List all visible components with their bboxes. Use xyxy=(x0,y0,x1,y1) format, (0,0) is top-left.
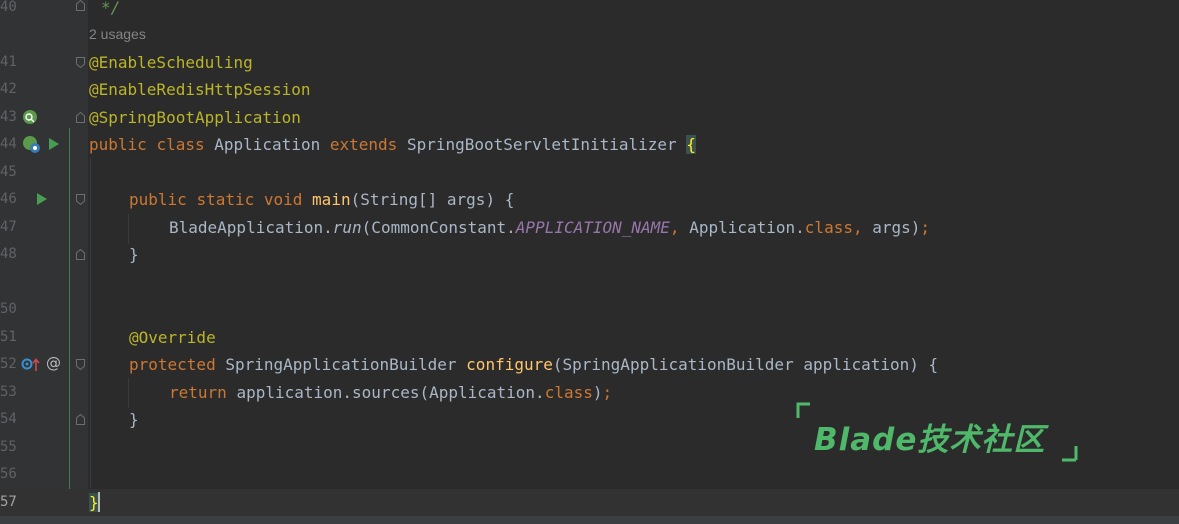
at-symbol-icon[interactable]: @ xyxy=(46,354,61,372)
code-line: 52 @ protected SpringApplicationBuilder … xyxy=(0,351,1179,378)
line-number: 42 xyxy=(0,81,17,97)
method-name-configure: configure xyxy=(466,355,553,374)
code-line: 41 @EnableScheduling xyxy=(0,49,1179,76)
fold-end-icon[interactable] xyxy=(76,0,85,11)
comment-end: */ xyxy=(101,0,121,17)
text-cursor xyxy=(98,492,100,512)
code-line: 48 } xyxy=(0,241,1179,268)
matched-brace: { xyxy=(686,135,696,154)
line-number: 52 xyxy=(0,356,17,372)
fold-end-icon[interactable] xyxy=(76,249,85,260)
return-statement: return application.sources(Application.c… xyxy=(169,382,613,402)
run-icon[interactable] xyxy=(36,192,48,211)
run-statement: BladeApplication.run(CommonConstant.APPL… xyxy=(169,217,931,237)
class-declaration: public class Application extends SpringB… xyxy=(89,135,696,154)
line-number: 56 xyxy=(0,466,17,482)
code-line: 46 public static void main(String[] args… xyxy=(0,186,1179,213)
code-line: 42 @EnableRedisHttpSession xyxy=(0,76,1179,103)
line-number: 54 xyxy=(0,411,17,427)
method-name-main: main xyxy=(312,190,351,209)
annotation-spring-boot-application: @SpringBootApplication xyxy=(89,107,301,127)
code-line: 44 public class Application extends Spri… xyxy=(0,131,1179,158)
watermark-blade-community: Blade技术社区 xyxy=(796,402,1096,466)
closing-brace: } xyxy=(129,245,139,264)
line-number: 51 xyxy=(0,328,17,345)
class-name: Application xyxy=(214,135,321,154)
line-number: 55 xyxy=(0,438,17,455)
code-line: 40 */ xyxy=(0,0,1179,21)
line-number: 46 xyxy=(0,191,17,207)
line-number: 50 xyxy=(0,301,17,317)
code-line: 51 @Override xyxy=(0,324,1179,351)
fold-end-icon[interactable] xyxy=(76,414,85,425)
annotation-override: @Override xyxy=(129,327,216,347)
annotation-enable-scheduling: @EnableScheduling xyxy=(89,52,253,72)
annotation-enable-redis-http-session: @EnableRedisHttpSession xyxy=(89,80,311,99)
code-editor[interactable]: 40 */ 2 usages 41 @EnableScheduling 42 @… xyxy=(0,0,1179,524)
run-icon[interactable] xyxy=(48,137,60,156)
horizontal-scrollbar[interactable] xyxy=(0,516,1179,524)
line-number: 53 xyxy=(0,383,17,400)
line-number: 41 xyxy=(0,53,17,70)
spring-bean-icon[interactable] xyxy=(22,109,40,132)
line-number: 48 xyxy=(0,246,17,262)
line-number: 57 xyxy=(0,493,17,510)
line-number: 43 xyxy=(0,108,17,125)
line-number: 44 xyxy=(0,136,17,152)
code-line: 50 xyxy=(0,296,1179,323)
spring-boot-icon[interactable] xyxy=(22,135,42,160)
watermark-text: Blade技术社区 xyxy=(814,422,1046,458)
superclass-name: SpringBootServletInitializer xyxy=(406,135,677,154)
usages-hint[interactable]: 2 usages xyxy=(89,21,146,48)
fold-start-icon[interactable] xyxy=(76,57,85,68)
closing-brace: } xyxy=(129,410,139,429)
line-number: 40 xyxy=(0,0,17,15)
current-code-line: 57 } xyxy=(0,488,1179,516)
line-number: 45 xyxy=(0,163,17,180)
override-method-icon[interactable] xyxy=(21,357,41,378)
fold-start-icon[interactable] xyxy=(76,194,85,205)
configure-method-signature: protected SpringApplicationBuilder confi… xyxy=(129,355,939,374)
fold-start-icon[interactable] xyxy=(76,359,85,370)
code-line: 47 BladeApplication.run(CommonConstant.A… xyxy=(0,214,1179,241)
code-line: 43 @SpringBootApplication xyxy=(0,104,1179,131)
code-line: 45 xyxy=(0,159,1179,186)
fold-end-icon[interactable] xyxy=(76,112,85,123)
line-number: 47 xyxy=(0,218,17,235)
usages-hint-line: 2 usages xyxy=(0,21,1179,48)
main-method-signature: public static void main(String[] args) { xyxy=(129,190,515,209)
